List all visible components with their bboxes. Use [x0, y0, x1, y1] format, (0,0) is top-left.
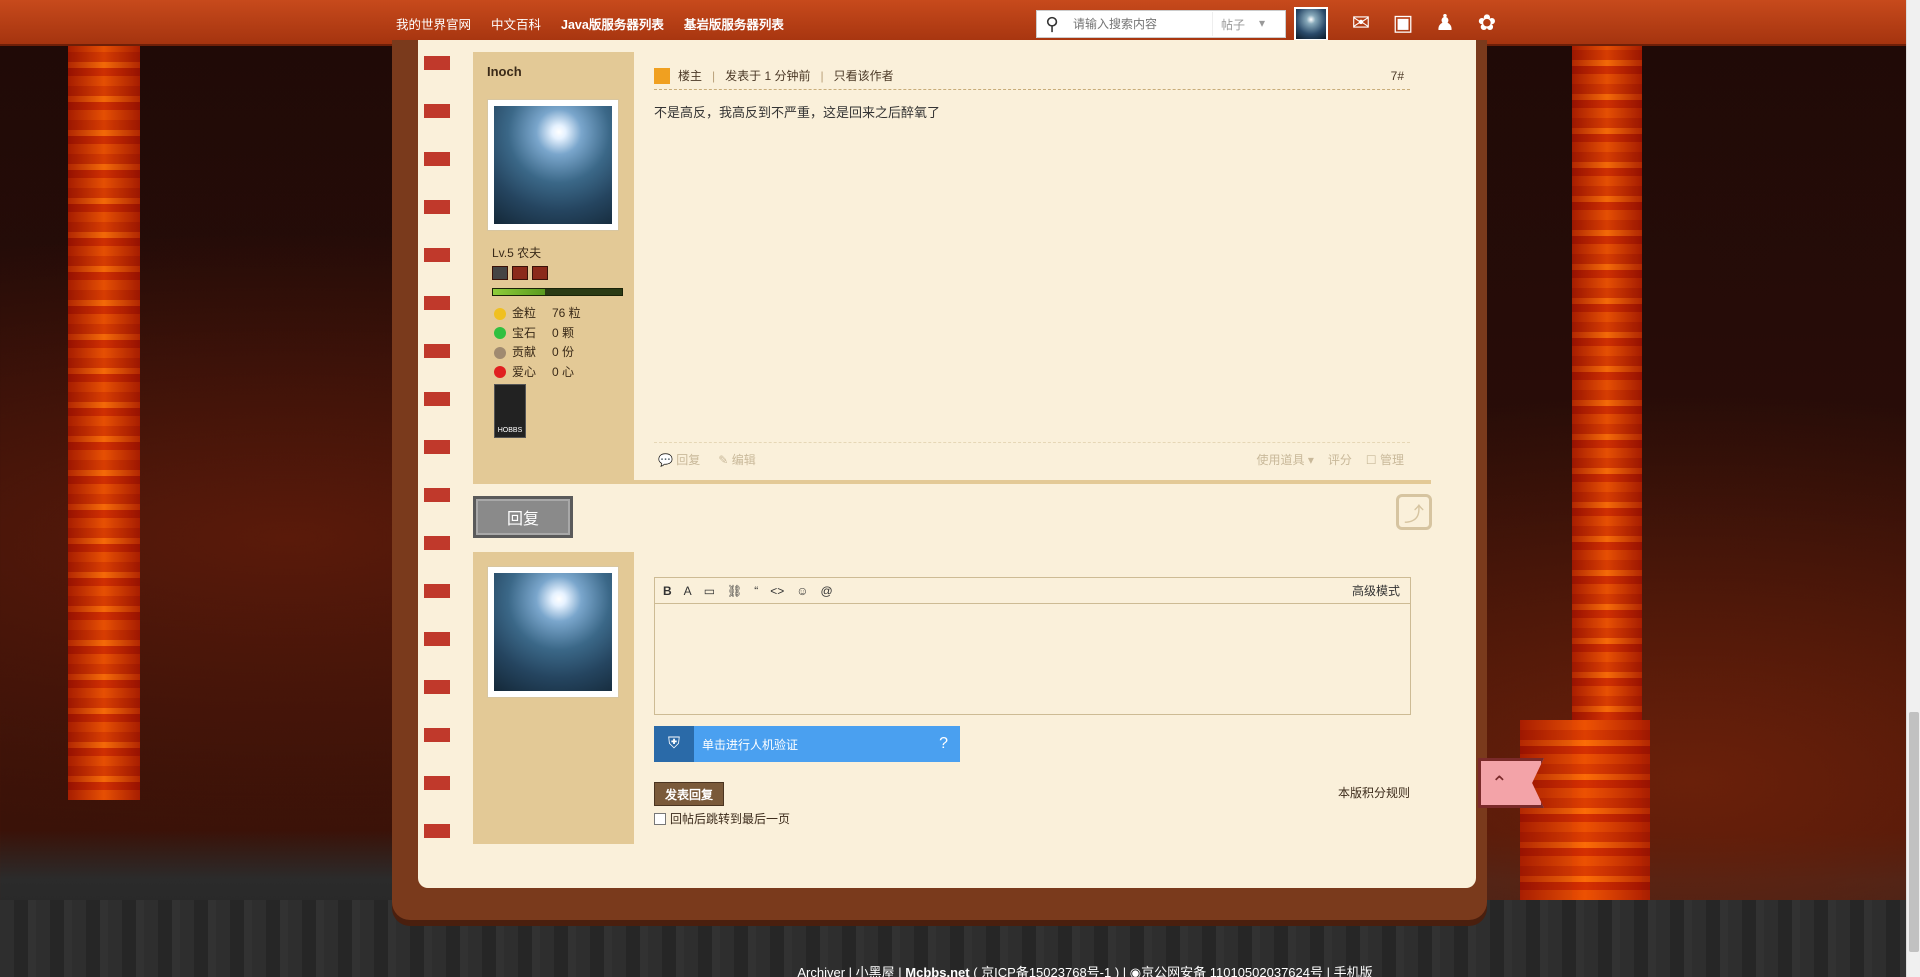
- lava-fall-left: [68, 40, 140, 800]
- police-icon: ◉: [1129, 965, 1142, 977]
- reply-textarea[interactable]: [655, 604, 1410, 714]
- medal-badge[interactable]: HOBBS: [494, 384, 526, 438]
- nav-link-official[interactable]: 我的世界官网: [396, 14, 471, 33]
- stat-row: 金粒 76 粒: [494, 304, 581, 324]
- author-level: Lv.5 农夫: [492, 246, 542, 260]
- stat-row: 贡献 0 份: [494, 343, 581, 363]
- mobile-link[interactable]: 手机版: [1334, 965, 1373, 977]
- nav-link-java-servers[interactable]: Java版服务器列表: [561, 14, 664, 33]
- search-type-label: 帖子: [1221, 17, 1246, 32]
- advanced-mode-link[interactable]: 高级模式: [1352, 582, 1410, 599]
- use-item-label: 使用道具: [1256, 453, 1305, 467]
- edit-action[interactable]: ✎ 编辑: [718, 451, 755, 468]
- jump-last-label: 回帖后跳转到最后一页: [670, 812, 791, 826]
- lava-pool: [1520, 720, 1650, 900]
- reply-action-label: 回复: [676, 453, 701, 467]
- apple-icon: [494, 366, 506, 379]
- post-header: 楼主 | 发表于 1 分钟前 | 只看该作者 7#: [654, 62, 1410, 90]
- toolbar-icons: ✉ ▣ ♟ ✿: [1346, 8, 1502, 38]
- stat-row: 宝石 0 颗: [494, 324, 581, 344]
- badge-icon: [492, 266, 508, 280]
- reply-action[interactable]: 💬 回复: [658, 451, 700, 468]
- credit-rules-link[interactable]: 本版积分规则: [1338, 784, 1410, 801]
- manage-action[interactable]: ☐ 管理: [1366, 451, 1404, 468]
- user-avatar[interactable]: [1294, 7, 1328, 41]
- site-name[interactable]: Mcbbs.net: [905, 965, 969, 977]
- emoji-icon[interactable]: ☺: [796, 584, 808, 598]
- chevron-down-icon: ▾: [1259, 15, 1266, 30]
- nav-link-wiki[interactable]: 中文百科: [491, 14, 541, 33]
- stat-value: 76 粒: [552, 306, 581, 320]
- experience-bar: [492, 288, 623, 296]
- user-icon[interactable]: ♟: [1430, 8, 1460, 38]
- archiver-link[interactable]: Archiver: [797, 965, 845, 977]
- cube-icon[interactable]: ▣: [1388, 8, 1418, 38]
- stat-value: 0 心: [552, 364, 575, 379]
- icp-number[interactable]: ( 京ICP备15023768号-1 ): [973, 965, 1119, 977]
- nav-link-bedrock-servers[interactable]: 基岩版服务器列表: [684, 14, 784, 33]
- captcha-button[interactable]: ⛨ 单击进行人机验证 ?: [654, 726, 960, 762]
- link-icon[interactable]: ⛓: [727, 584, 742, 598]
- image-icon[interactable]: ▭: [704, 584, 715, 598]
- captcha-label: 单击进行人机验证: [702, 737, 799, 752]
- font-color-icon[interactable]: A: [684, 584, 692, 598]
- book-spiral: [424, 40, 450, 870]
- police-record[interactable]: 京公网安备 11010502037624号: [1141, 965, 1323, 977]
- use-item-action[interactable]: 使用道具 ▾: [1257, 451, 1314, 468]
- gem-icon: [494, 327, 506, 340]
- checkbox[interactable]: [654, 812, 666, 825]
- reply-editor: B A ▭ ⛓ “ <> ☺ @ 高级模式: [654, 577, 1411, 715]
- search-box: ⚲ 帖子 ▾: [1036, 10, 1286, 38]
- stat-label: 贡献: [512, 345, 537, 359]
- jump-icon[interactable]: ⤴: [1396, 494, 1432, 530]
- stat-value: 0 颗: [552, 325, 575, 340]
- reply-button[interactable]: 回复: [473, 496, 573, 538]
- search-input[interactable]: [1067, 12, 1213, 36]
- footer: Archiver | 小黑屋 | Mcbbs.net ( 京ICP备150237…: [0, 962, 1920, 977]
- floor-owner-icon: [654, 67, 670, 84]
- mention-icon[interactable]: @: [821, 584, 833, 598]
- contribution-icon: [494, 346, 506, 359]
- stat-label: 宝石: [512, 325, 537, 340]
- post-divider: [473, 480, 1431, 484]
- post-actions: 💬 回复 ✎ 编辑 使用道具 ▾ 评分 ☐ 管理: [654, 442, 1410, 476]
- rate-action[interactable]: 评分: [1328, 451, 1352, 468]
- message-icon[interactable]: ✉: [1346, 8, 1376, 38]
- post-content: 不是高反，我高反到不严重，这是回来之后醉氧了: [654, 105, 941, 120]
- my-avatar[interactable]: [488, 567, 618, 697]
- edit-action-label: 编辑: [731, 453, 756, 467]
- floor-owner-label: 楼主: [678, 69, 703, 83]
- page-scrollbar[interactable]: [1906, 0, 1920, 977]
- submit-reply-button[interactable]: 发表回复: [654, 782, 724, 806]
- stat-label: 金粒: [512, 306, 537, 320]
- stat-value: 0 份: [552, 345, 575, 359]
- quote-icon[interactable]: “: [754, 584, 758, 598]
- jump-last-checkbox[interactable]: 回帖后跳转到最后一页: [654, 810, 790, 827]
- stat-row: 爱心 0 心: [494, 363, 581, 383]
- bold-icon[interactable]: B: [663, 584, 672, 598]
- post-time: 发表于 1 分钟前: [725, 69, 811, 83]
- search-type-select[interactable]: 帖子 ▾: [1213, 16, 1265, 33]
- author-stats: 金粒 76 粒 宝石 0 颗 贡献 0 份 爱心 0 心: [494, 304, 581, 382]
- blackroom-link[interactable]: 小黑屋: [856, 965, 895, 977]
- editor-toolbar: B A ▭ ⛓ “ <> ☺ @ 高级模式: [655, 578, 1410, 604]
- manage-label: 管理: [1379, 453, 1404, 467]
- badge-icon: [532, 266, 548, 280]
- settings-icon[interactable]: ✿: [1472, 8, 1502, 38]
- gold-nugget-icon: [494, 307, 506, 320]
- help-icon[interactable]: ?: [939, 735, 960, 753]
- author-avatar[interactable]: [488, 100, 618, 230]
- code-icon[interactable]: <>: [770, 584, 784, 598]
- scrollbar-thumb[interactable]: [1909, 712, 1919, 952]
- author-badges: [492, 266, 548, 280]
- only-author-link[interactable]: 只看该作者: [834, 67, 894, 84]
- search-icon[interactable]: ⚲: [1037, 10, 1067, 38]
- author-name[interactable]: Inoch: [487, 64, 522, 79]
- floor-number[interactable]: 7#: [1391, 69, 1404, 83]
- shield-icon: ⛨: [654, 726, 694, 762]
- stat-label: 爱心: [512, 364, 537, 379]
- badge-icon: [512, 266, 528, 280]
